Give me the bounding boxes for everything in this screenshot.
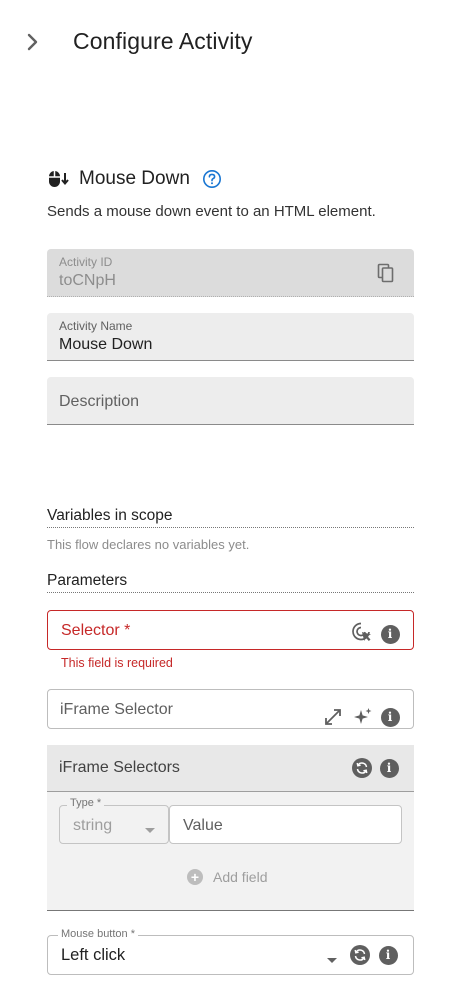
- activity-id-field: Activity ID toCNpH: [47, 249, 414, 297]
- dropdown-icon: [144, 822, 156, 840]
- info-icon[interactable]: i: [378, 757, 400, 779]
- mouse-button-value: Left click: [61, 946, 126, 964]
- sparkle-icon[interactable]: [352, 706, 374, 728]
- chevron-right-icon[interactable]: [22, 30, 44, 54]
- activity-heading: Mouse Down: [47, 166, 222, 192]
- panel-header: Configure Activity: [0, 0, 470, 84]
- iframe-selector-placeholder: iFrame Selector: [60, 701, 173, 718]
- selector-error-message: This field is required: [61, 656, 173, 670]
- cycle-icon[interactable]: [349, 944, 371, 966]
- selector-label: Selector *: [61, 622, 131, 639]
- description-placeholder: Description: [59, 393, 140, 410]
- selector-field[interactable]: Selector * i: [47, 610, 414, 650]
- value-input[interactable]: Value: [169, 805, 402, 844]
- iframe-selectors-title: iFrame Selectors: [59, 759, 180, 776]
- activity-name-field[interactable]: Activity Name Mouse Down: [47, 313, 414, 361]
- cycle-icon[interactable]: [351, 757, 373, 779]
- iframe-selectors-header: iFrame Selectors i: [47, 745, 414, 792]
- activity-name-value: Mouse Down: [59, 336, 153, 353]
- dropdown-icon[interactable]: [326, 952, 338, 970]
- expand-icon[interactable]: [322, 706, 344, 728]
- activity-description: Sends a mouse down event to an HTML elem…: [47, 203, 376, 220]
- plus-icon: +: [187, 869, 203, 885]
- mouse-button-label: Mouse button *: [58, 928, 138, 940]
- add-field-button[interactable]: + Add field: [187, 869, 267, 885]
- mouse-button-select[interactable]: Left click i: [47, 935, 414, 975]
- variables-empty-text: This flow declares no variables yet.: [47, 537, 250, 552]
- page-title: Configure Activity: [73, 28, 253, 54]
- value-input-placeholder: Value: [183, 817, 223, 834]
- target-pick-icon[interactable]: [351, 621, 373, 643]
- type-select-label: Type *: [67, 797, 105, 809]
- mouse-down-icon: [47, 168, 69, 190]
- description-field[interactable]: Description: [47, 377, 414, 425]
- activity-id-label: Activity ID: [59, 255, 113, 269]
- info-icon[interactable]: i: [377, 944, 399, 966]
- activity-id-value: toCNpH: [59, 272, 116, 289]
- variables-section-title: Variables in scope: [47, 507, 414, 528]
- activity-name-label: Activity Name: [59, 319, 133, 333]
- parameters-section-title: Parameters: [47, 572, 414, 593]
- add-field-label: Add field: [213, 869, 268, 885]
- activity-title: Mouse Down: [79, 168, 190, 189]
- help-circle-icon[interactable]: [202, 169, 222, 189]
- type-select[interactable]: string: [59, 805, 169, 844]
- info-icon[interactable]: i: [379, 706, 401, 728]
- iframe-selector-field[interactable]: iFrame Selector i: [47, 689, 414, 729]
- type-select-value: string: [73, 817, 113, 834]
- copy-icon[interactable]: [375, 262, 397, 284]
- info-icon[interactable]: i: [379, 623, 401, 645]
- iframe-selectors-panel: iFrame Selectors i string Type * Value +…: [47, 745, 414, 911]
